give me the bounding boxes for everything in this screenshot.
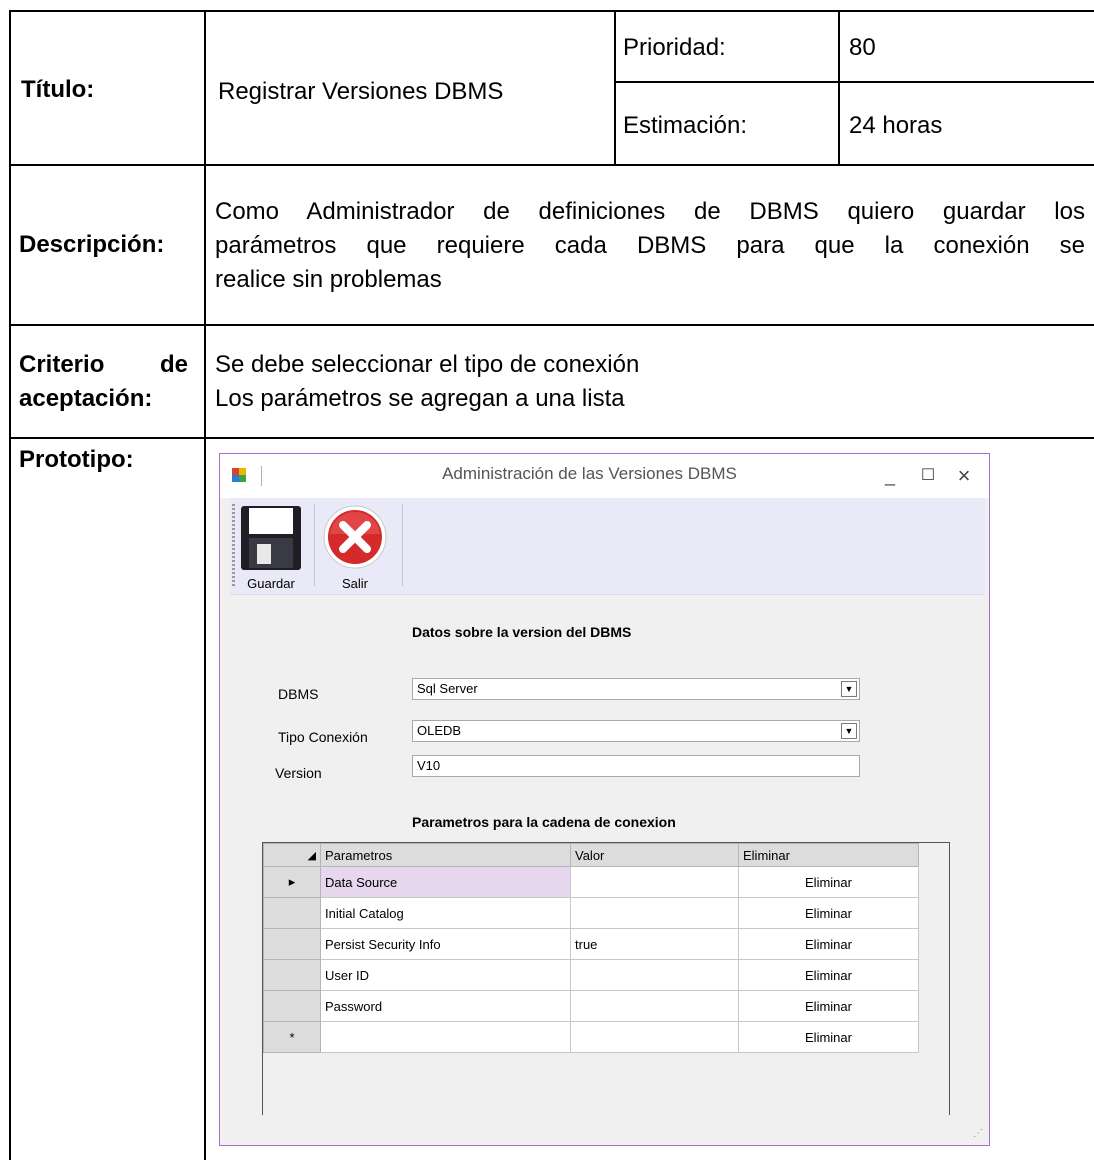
descripcion-line-3: realice sin problemas — [215, 266, 442, 293]
window-titlebar: Administración de las Versiones DBMS _ ☐… — [220, 454, 989, 498]
row-header[interactable] — [263, 897, 321, 929]
cell-valor[interactable] — [570, 897, 739, 929]
toolbar-separator-1 — [314, 504, 315, 586]
toolbar: Guardar Salir — [230, 498, 985, 595]
row-header[interactable]: * — [263, 1021, 321, 1053]
cell-valor[interactable] — [570, 990, 739, 1022]
grid-header-row: ◢ Parametros Valor Eliminar — [263, 843, 919, 867]
tipo-conexion-select[interactable]: OLEDB ▼ — [412, 720, 860, 742]
prototype-window: Administración de las Versiones DBMS _ ☐… — [219, 453, 990, 1146]
table-row[interactable]: Initial Catalog Eliminar — [263, 897, 919, 929]
cell-valor[interactable] — [570, 959, 739, 991]
guardar-label: Guardar — [247, 576, 295, 591]
eliminar-button[interactable]: Eliminar — [738, 990, 919, 1022]
descripcion-line-2: parámetros que requiere cada DBMS para q… — [215, 232, 1085, 259]
table-row[interactable]: * Eliminar — [263, 1021, 919, 1053]
cell-parametro[interactable]: User ID — [320, 959, 571, 991]
guardar-button[interactable]: Guardar — [236, 502, 306, 591]
params-title: Parametros para la cadena de conexion — [412, 814, 676, 830]
cell-valor[interactable] — [570, 1021, 739, 1053]
cell-parametro[interactable]: Initial Catalog — [320, 897, 571, 929]
grid-header-parametros[interactable]: Parametros — [320, 843, 571, 867]
toolbar-separator-2 — [402, 504, 403, 586]
criterio-label-de: de — [160, 351, 189, 378]
titulo-value: Registrar Versiones DBMS — [218, 78, 504, 105]
table-row[interactable]: Persist Security Info true Eliminar — [263, 928, 919, 960]
resize-grip-icon[interactable]: ⋰ — [973, 1128, 983, 1139]
version-input[interactable]: V10 — [412, 755, 860, 777]
eliminar-button[interactable]: Eliminar — [738, 897, 919, 929]
prototipo-label: Prototipo: — [19, 446, 134, 473]
floppy-disk-icon — [241, 506, 301, 570]
maximize-button[interactable]: ☐ — [914, 462, 942, 490]
version-input-value: V10 — [417, 758, 441, 773]
status-bar: ⋰ — [220, 1115, 989, 1145]
cell-valor[interactable] — [570, 866, 739, 898]
dbms-dropdown-arrow-icon[interactable]: ▼ — [841, 681, 857, 697]
table-border-left — [9, 10, 11, 1160]
cell-parametro[interactable]: Password — [320, 990, 571, 1022]
eliminar-button[interactable]: Eliminar — [738, 1021, 919, 1053]
estimacion-label: Estimación: — [623, 112, 748, 139]
minimize-button[interactable]: _ — [876, 462, 904, 490]
red-x-circle-icon — [323, 505, 387, 569]
descripcion-label: Descripción: — [19, 231, 165, 258]
table-row[interactable]: ▸ Data Source Eliminar — [263, 866, 919, 898]
close-button[interactable]: × — [950, 462, 978, 490]
meta-row-divider — [614, 81, 1094, 83]
row-header[interactable] — [263, 959, 321, 991]
table-row[interactable]: Password Eliminar — [263, 990, 919, 1022]
grid-header-eliminar[interactable]: Eliminar — [738, 843, 919, 867]
cell-parametro[interactable]: Data Source — [320, 866, 571, 898]
row-divider-2 — [9, 324, 1094, 326]
label-column-divider — [204, 10, 206, 1160]
grid-header-valor[interactable]: Valor — [570, 843, 739, 867]
criterio-label-2: aceptación: — [19, 385, 153, 412]
meta-column-divider-1 — [614, 10, 616, 165]
window-title: Administración de las Versiones DBMS — [442, 464, 737, 483]
eliminar-button[interactable]: Eliminar — [738, 959, 919, 991]
version-label: Version — [275, 765, 322, 781]
salir-label: Salir — [341, 576, 368, 591]
dbms-select[interactable]: Sql Server ▼ — [412, 678, 860, 700]
criterio-line-1: Se debe seleccionar el tipo de conexión — [215, 351, 640, 378]
grid-corner-header[interactable]: ◢ — [263, 843, 321, 867]
criterio-line-2: Los parámetros se agregan a una lista — [215, 385, 625, 412]
eliminar-button[interactable]: Eliminar — [738, 928, 919, 960]
eliminar-button[interactable]: Eliminar — [738, 866, 919, 898]
criterio-label-1: Criterio — [19, 351, 105, 378]
toolbar-grip[interactable] — [232, 504, 235, 586]
cell-parametro[interactable]: Persist Security Info — [320, 928, 571, 960]
prioridad-value: 80 — [849, 34, 876, 61]
meta-column-divider-2 — [838, 10, 840, 165]
parameters-grid[interactable]: ◢ Parametros Valor Eliminar ▸ Data Source… — [262, 842, 950, 1122]
tipo-conexion-label: Tipo Conexión — [278, 729, 368, 745]
tipo-conexion-dropdown-arrow-icon[interactable]: ▼ — [841, 723, 857, 739]
dbms-select-value: Sql Server — [417, 681, 478, 696]
row-header[interactable] — [263, 990, 321, 1022]
titulo-label: Título: — [21, 76, 95, 103]
row-header[interactable]: ▸ — [263, 866, 321, 898]
row-divider-3 — [9, 437, 1094, 439]
descripcion-line-1: Como Administrador de definiciones de DB… — [215, 198, 1085, 225]
parameters-table: ◢ Parametros Valor Eliminar ▸ Data Source… — [263, 843, 919, 1053]
cell-valor[interactable]: true — [570, 928, 739, 960]
table-border-top — [9, 10, 1094, 12]
salir-button[interactable]: Salir — [320, 502, 390, 591]
row-header[interactable] — [263, 928, 321, 960]
section-title: Datos sobre la version del DBMS — [412, 624, 632, 640]
cell-parametro[interactable] — [320, 1021, 571, 1053]
tipo-conexion-select-value: OLEDB — [417, 723, 462, 738]
dbms-label: DBMS — [278, 686, 319, 702]
row-divider-1 — [9, 164, 1094, 166]
table-row[interactable]: User ID Eliminar — [263, 959, 919, 991]
estimacion-value: 24 horas — [849, 112, 943, 139]
prioridad-label: Prioridad: — [623, 34, 726, 61]
